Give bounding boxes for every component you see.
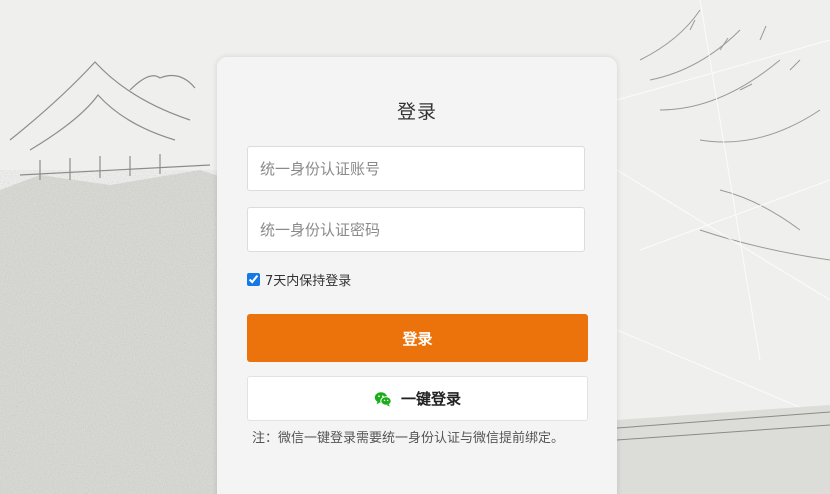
remember-me-label: 7天内保持登录 <box>265 273 352 289</box>
wechat-login-label: 一键登录 <box>400 390 461 408</box>
remember-me-row[interactable]: 7天内保持登录 <box>247 269 351 289</box>
wechat-binding-note: 注：微信一键登录需要统一身份认证与微信提前绑定。 <box>252 431 565 446</box>
password-input[interactable] <box>247 207 585 252</box>
login-button[interactable]: 登录 <box>247 314 588 362</box>
account-input[interactable] <box>247 146 585 191</box>
wechat-login-button[interactable]: 一键登录 <box>247 376 588 421</box>
remember-me-checkbox[interactable] <box>247 272 260 286</box>
wechat-icon <box>374 391 392 407</box>
login-title: 登录 <box>396 101 437 123</box>
login-page: 登录 7天内保持登录 登录 一键登录 注：微信一键登录需要统一身份认证与微信提前… <box>0 0 830 494</box>
login-card: 登录 7天内保持登录 登录 一键登录 注：微信一键登录需要统一身份认证与微信提前… <box>217 57 617 494</box>
